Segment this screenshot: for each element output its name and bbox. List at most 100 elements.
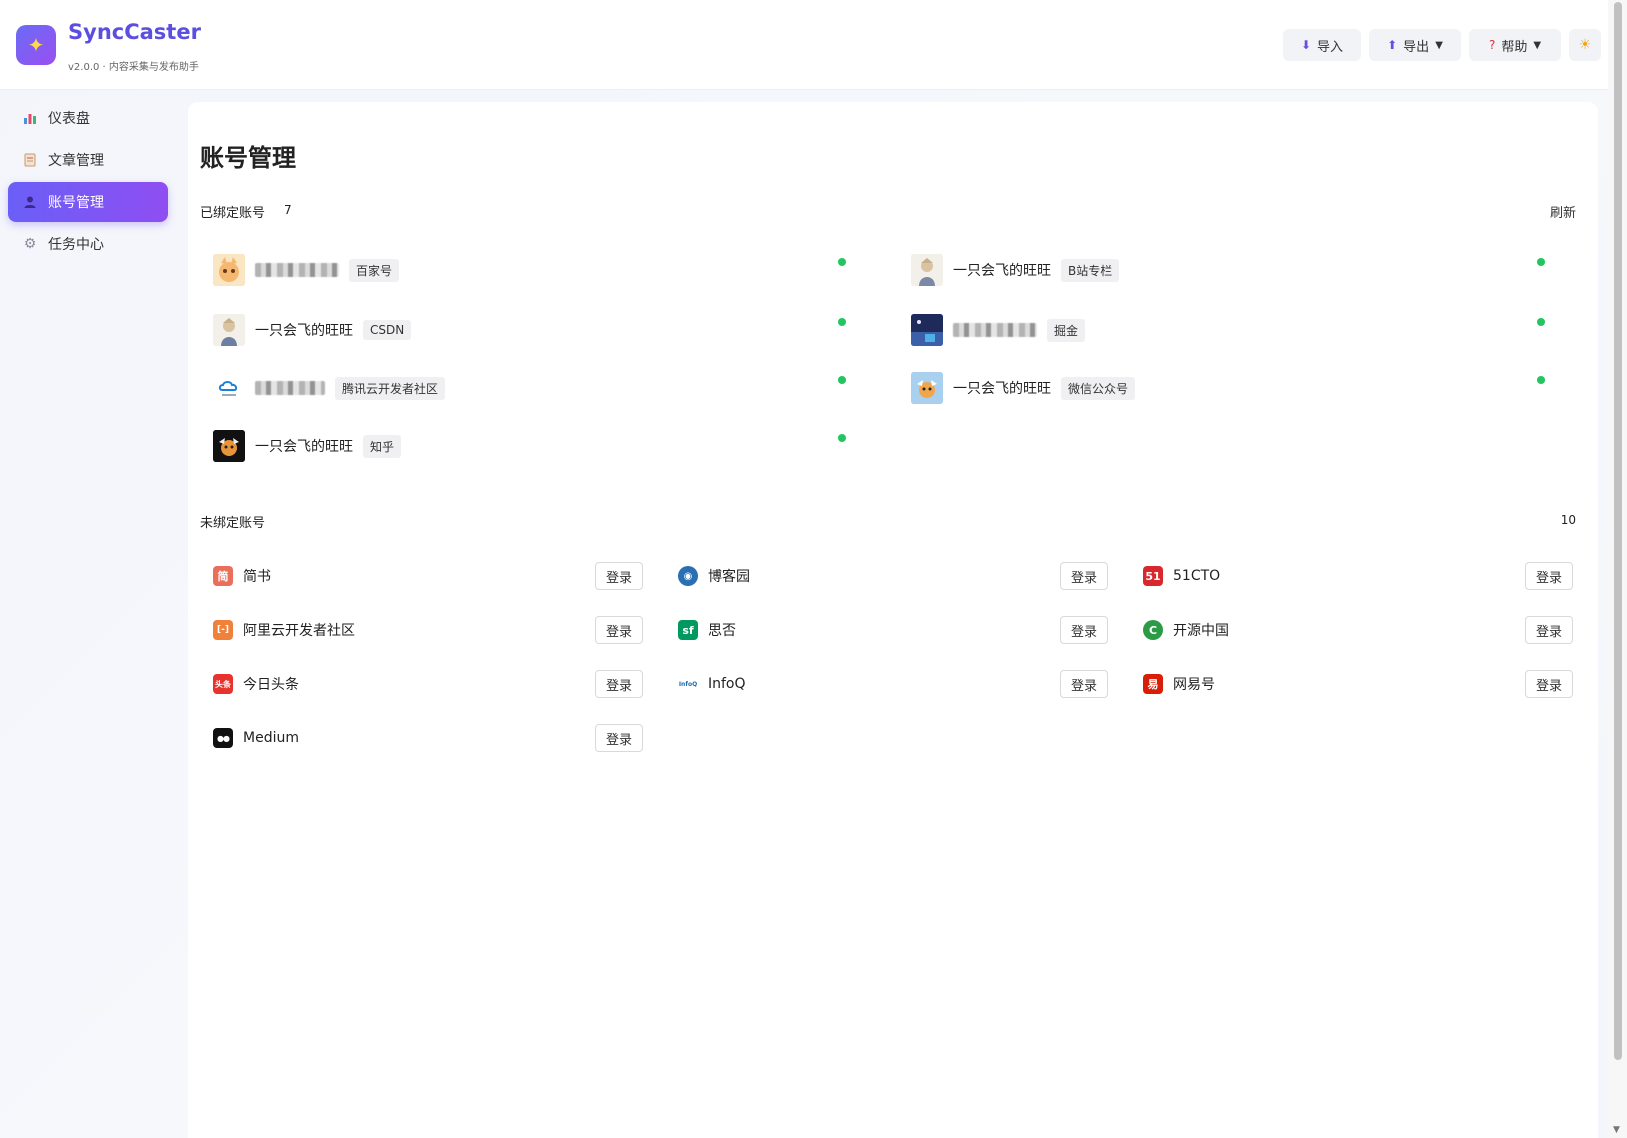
avatar bbox=[911, 254, 943, 286]
bound-count: 7 bbox=[284, 203, 292, 217]
platform-name: 博客园 bbox=[708, 569, 750, 585]
refresh-button[interactable]: 刷新 bbox=[1550, 202, 1576, 221]
medium-icon: ●● bbox=[213, 728, 233, 748]
bound-account-row[interactable]: 一只会飞的旺旺 微信公众号 bbox=[911, 370, 1136, 406]
cnblogs-icon: ◉ bbox=[678, 566, 698, 586]
account-name: 一只会飞的旺旺 bbox=[953, 381, 1051, 397]
chart-icon bbox=[22, 110, 38, 126]
app-name: SyncCaster bbox=[68, 20, 201, 44]
sidebar-item-label: 账号管理 bbox=[48, 195, 104, 211]
sidebar-item-tasks[interactable]: ⚙ 任务中心 bbox=[8, 224, 168, 264]
account-name-redacted bbox=[255, 263, 339, 277]
login-button[interactable]: 登录 bbox=[595, 616, 643, 644]
app-version: v2.0.0 · 内容采集与发布助手 bbox=[68, 62, 199, 73]
account-name: 一只会飞的旺旺 bbox=[255, 439, 353, 455]
platform-tag: 腾讯云开发者社区 bbox=[335, 376, 446, 400]
avatar bbox=[213, 372, 245, 404]
netease-icon: 易 bbox=[1143, 674, 1163, 694]
sidebar-item-label: 文章管理 bbox=[48, 153, 104, 169]
bound-account-row[interactable]: 一只会飞的旺旺 CSDN bbox=[213, 312, 412, 348]
platform-tag: B站专栏 bbox=[1061, 258, 1120, 282]
account-name-redacted bbox=[953, 323, 1037, 337]
user-icon bbox=[22, 194, 38, 210]
account-name-redacted bbox=[255, 381, 325, 395]
question-icon: ? bbox=[1488, 38, 1496, 52]
unbound-platform-item: 头条 今日头条 bbox=[213, 670, 299, 698]
platform-name: 今日头条 bbox=[243, 677, 299, 693]
toutiao-icon: 头条 bbox=[213, 674, 233, 694]
unbound-platform-item: 简 简书 bbox=[213, 562, 271, 590]
login-button[interactable]: 登录 bbox=[1060, 670, 1108, 698]
bound-account-row[interactable]: 掘金 bbox=[911, 312, 1086, 348]
platform-name: InfoQ bbox=[708, 676, 746, 692]
unbound-platform-item: InfoQ InfoQ bbox=[678, 670, 746, 698]
bound-account-row[interactable]: 一只会飞的旺旺 知乎 bbox=[213, 428, 402, 464]
status-online-dot bbox=[838, 376, 846, 384]
bound-account-row[interactable]: 百家号 bbox=[213, 252, 400, 288]
scrollbar-thumb[interactable] bbox=[1614, 2, 1622, 1060]
sidebar-item-accounts[interactable]: 账号管理 bbox=[8, 182, 168, 222]
platform-name: 51CTO bbox=[1173, 568, 1221, 584]
login-button[interactable]: 登录 bbox=[1525, 616, 1573, 644]
avatar bbox=[213, 314, 245, 346]
login-button[interactable]: 登录 bbox=[595, 562, 643, 590]
jianshu-icon: 简 bbox=[213, 566, 233, 586]
unbound-count: 10 bbox=[1560, 513, 1576, 527]
avatar bbox=[213, 254, 245, 286]
gear-icon: ⚙ bbox=[23, 236, 37, 252]
export-button[interactable]: ⬆ 导出 ▼ bbox=[1369, 29, 1461, 61]
platform-name: Medium bbox=[243, 730, 299, 746]
unbound-platform-item: ◉ 博客园 bbox=[678, 562, 750, 590]
unbound-platform-item: [-] 阿里云开发者社区 bbox=[213, 616, 355, 644]
app-header: ✦ SyncCaster v2.0.0 · 内容采集与发布助手 ⬇ 导入 ⬆ 导… bbox=[0, 0, 1608, 90]
segmentfault-icon: sf bbox=[678, 620, 698, 640]
platform-tag: 知乎 bbox=[363, 434, 402, 458]
status-online-dot bbox=[838, 258, 846, 266]
infoq-icon: InfoQ bbox=[678, 674, 698, 694]
unbound-platform-item: 易 网易号 bbox=[1143, 670, 1215, 698]
51cto-icon: 51 bbox=[1143, 566, 1163, 586]
export-icon: ⬆ bbox=[1387, 38, 1398, 52]
oschina-icon: C bbox=[1143, 620, 1163, 640]
platform-name: 阿里云开发者社区 bbox=[243, 623, 355, 639]
help-button[interactable]: ? 帮助 ▼ bbox=[1469, 29, 1561, 61]
login-button[interactable]: 登录 bbox=[1525, 670, 1573, 698]
unbound-platform-item: 51 51CTO bbox=[1143, 562, 1220, 590]
sparkle-logo-icon: ✦ bbox=[16, 25, 56, 65]
account-name: 一只会飞的旺旺 bbox=[953, 263, 1051, 279]
login-button[interactable]: 登录 bbox=[1060, 616, 1108, 644]
sidebar-item-articles[interactable]: 文章管理 bbox=[8, 140, 168, 180]
account-name: 一只会飞的旺旺 bbox=[255, 323, 353, 339]
page-title: 账号管理 bbox=[200, 144, 296, 172]
chevron-down-icon: ▼ bbox=[1435, 39, 1443, 51]
platform-name: 开源中国 bbox=[1173, 623, 1229, 639]
sidebar-item-label: 仪表盘 bbox=[48, 111, 90, 127]
status-online-dot bbox=[838, 434, 846, 442]
avatar bbox=[911, 372, 943, 404]
main-panel: 账号管理 已绑定账号 7 刷新 百家号 一只会飞的旺旺 B站专栏 一只会飞的旺旺… bbox=[188, 102, 1598, 1138]
platform-tag: 掘金 bbox=[1047, 318, 1086, 342]
scrollbar[interactable]: ▼ bbox=[1608, 0, 1627, 1138]
scroll-down-arrow-icon[interactable]: ▼ bbox=[1613, 1125, 1620, 1135]
login-button[interactable]: 登录 bbox=[595, 724, 643, 752]
theme-toggle-button[interactable]: ☀ bbox=[1569, 29, 1601, 61]
document-icon bbox=[22, 152, 38, 168]
status-online-dot bbox=[838, 318, 846, 326]
bound-account-row[interactable]: 一只会飞的旺旺 B站专栏 bbox=[911, 252, 1120, 288]
sidebar-item-label: 任务中心 bbox=[48, 237, 104, 253]
sidebar-item-dashboard[interactable]: 仪表盘 bbox=[8, 98, 168, 138]
login-button[interactable]: 登录 bbox=[1060, 562, 1108, 590]
export-label: 导出 bbox=[1403, 39, 1430, 55]
status-online-dot bbox=[1537, 376, 1545, 384]
login-button[interactable]: 登录 bbox=[595, 670, 643, 698]
login-button[interactable]: 登录 bbox=[1525, 562, 1573, 590]
help-label: 帮助 bbox=[1501, 39, 1528, 55]
platform-name: 简书 bbox=[243, 569, 271, 585]
platform-tag: 百家号 bbox=[349, 258, 400, 282]
bound-section-title: 已绑定账号 bbox=[200, 206, 266, 221]
bound-account-row[interactable]: 腾讯云开发者社区 bbox=[213, 370, 446, 406]
unbound-platform-item: sf 思否 bbox=[678, 616, 736, 644]
platform-name: 思否 bbox=[708, 623, 736, 639]
platform-tag: 微信公众号 bbox=[1061, 376, 1136, 400]
import-button[interactable]: ⬇ 导入 bbox=[1283, 29, 1361, 61]
